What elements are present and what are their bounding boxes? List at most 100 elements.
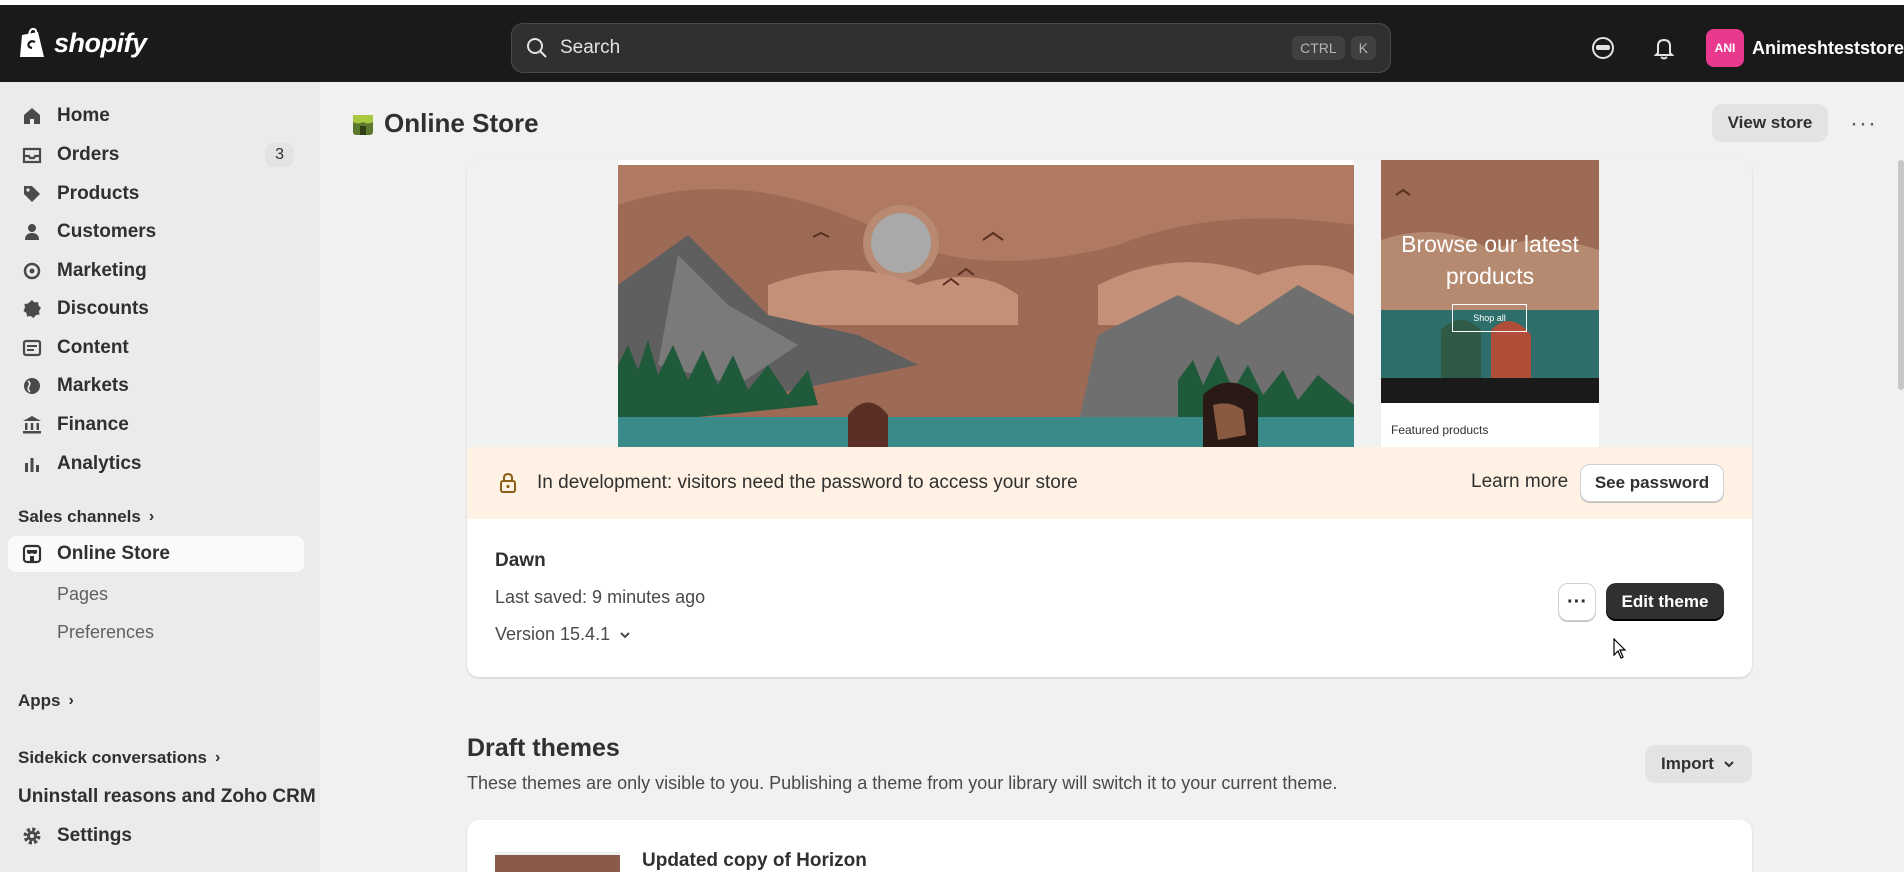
online-store-icon: [353, 114, 373, 135]
sidebar-item-products[interactable]: Products: [8, 176, 304, 212]
orders-count-badge: 3: [265, 143, 294, 167]
sidebar: Home Orders 3 Products Customers Marketi…: [0, 82, 320, 872]
sidebar-item-marketing[interactable]: Marketing: [8, 253, 304, 289]
desktop-preview[interactable]: [618, 160, 1354, 447]
bank-icon: [23, 416, 41, 434]
avatar: ANI: [1706, 29, 1744, 67]
mobile-preview[interactable]: Browse our latest products Shop all Feat…: [1381, 160, 1599, 447]
mobile-hero-heading: Browse our latest products: [1401, 231, 1579, 289]
draft-themes-heading: Draft themes: [467, 734, 620, 762]
globe-icon: [24, 378, 40, 394]
search-icon: [527, 38, 547, 58]
page-title: Online Store: [350, 108, 539, 139]
theme-last-saved: Last saved: 9 minutes ago: [495, 587, 706, 607]
theme-actions-button[interactable]: ···: [1558, 583, 1596, 621]
inbox-icon: [22, 147, 42, 164]
sidekick-label: Sidekick conversations: [18, 748, 207, 767]
see-password-button[interactable]: See password: [1580, 464, 1724, 502]
apps-label: Apps: [18, 691, 61, 710]
sidebar-item-label: Marketing: [57, 260, 147, 281]
draft-themes-description: These themes are only visible to you. Pu…: [467, 773, 1338, 793]
search-placeholder: Search: [560, 37, 621, 58]
sidebar-item-label: Settings: [57, 825, 132, 846]
chevron-right-icon: ›: [148, 508, 155, 525]
search-input[interactable]: Search CTRL K: [511, 23, 1391, 73]
content-icon: [22, 339, 42, 357]
sidebar-item-label: Content: [57, 337, 129, 358]
shopify-bag-icon: [20, 27, 44, 57]
apps-header[interactable]: Apps ›: [18, 691, 74, 711]
store-name: Animeshteststore: [1752, 37, 1904, 58]
view-store-button[interactable]: View store: [1712, 104, 1828, 142]
sidebar-item-label: Orders: [57, 144, 120, 165]
sidebar-item-content[interactable]: Content: [8, 330, 304, 366]
sidebar-item-home[interactable]: Home: [8, 98, 304, 134]
sidebar-item-label: Home: [57, 105, 110, 126]
chevron-right-icon: ›: [214, 749, 221, 766]
sidebar-item-label: Discounts: [57, 298, 149, 319]
landscape-illustration: [618, 165, 1354, 447]
page-title-text: Online Store: [384, 108, 539, 138]
sidebar-item-label: Finance: [57, 414, 129, 435]
banner-text: In development: visitors need the passwo…: [537, 472, 1078, 493]
sidebar-item-label: Markets: [57, 375, 129, 396]
theme-preview-area: Browse our latest products Shop all Feat…: [467, 160, 1752, 447]
learn-more-link[interactable]: Learn more: [1471, 471, 1568, 493]
sidebar-item-label: Products: [57, 183, 140, 204]
sidebar-item-markets[interactable]: Markets: [8, 368, 304, 404]
mouse-cursor-icon: [1613, 638, 1627, 659]
top-bar: shopify Search CTRL K ANI Animeshteststo…: [0, 0, 1904, 82]
chevron-right-icon: ›: [68, 692, 74, 709]
import-label: Import: [1661, 754, 1714, 773]
logo-text: shopify: [54, 27, 147, 58]
sidebar-subitem-pages[interactable]: Pages: [57, 584, 108, 605]
bell-icon[interactable]: [1651, 35, 1677, 61]
edit-theme-button[interactable]: Edit theme: [1606, 583, 1724, 621]
sidebar-item-label: Analytics: [57, 453, 142, 474]
import-button[interactable]: Import: [1645, 745, 1752, 783]
sidebar-item-analytics[interactable]: Analytics: [8, 446, 304, 482]
tag-icon: [24, 186, 40, 202]
kbd-k: K: [1350, 36, 1376, 60]
target-icon: [23, 262, 41, 280]
sidebar-subitem-preferences[interactable]: Preferences: [57, 622, 154, 643]
home-icon: [24, 108, 40, 124]
draft-theme-thumbnail: [495, 852, 620, 872]
sales-channels-header[interactable]: Sales channels ›: [18, 507, 154, 527]
theme-version-selector[interactable]: Version 15.4.1: [495, 624, 632, 645]
sidebar-item-discounts[interactable]: Discounts: [8, 291, 304, 327]
discount-icon: [23, 300, 41, 318]
account-menu[interactable]: ANI Animeshteststore: [1706, 29, 1904, 67]
sidekick-icon[interactable]: [1590, 35, 1616, 61]
sidebar-item-settings[interactable]: Settings: [8, 818, 304, 854]
sidebar-item-finance[interactable]: Finance: [8, 407, 304, 443]
lock-icon: [500, 472, 516, 493]
theme-version-text: Version 15.4.1: [495, 624, 611, 644]
featured-products-label: Featured products: [1391, 423, 1489, 437]
current-theme-card: Browse our latest products Shop all Feat…: [467, 160, 1752, 677]
chevron-down-icon: [1724, 761, 1734, 768]
sidebar-item-label: Customers: [57, 221, 157, 242]
sales-channels-label: Sales channels: [18, 507, 141, 526]
development-banner: In development: visitors need the passwo…: [467, 447, 1752, 519]
sidekick-conversations-header[interactable]: Sidekick conversations ›: [18, 748, 220, 768]
draft-theme-name: Updated copy of Horizon: [642, 850, 867, 871]
sidebar-item-orders[interactable]: Orders 3: [8, 137, 304, 173]
uninstall-reasons-app[interactable]: Uninstall reasons and Zoho CRM: [18, 786, 316, 808]
page-scrollbar[interactable]: [1898, 160, 1904, 390]
kbd-ctrl: CTRL: [1292, 36, 1345, 60]
draft-theme-card[interactable]: Updated copy of Horizon: [467, 820, 1752, 872]
gear-icon: [23, 827, 41, 845]
store-icon: [22, 544, 42, 564]
mobile-shop-all-button: Shop all: [1452, 304, 1527, 332]
keyboard-shortcut: CTRL K: [1292, 36, 1376, 60]
chart-icon: [25, 458, 39, 472]
chevron-down-icon: [620, 631, 630, 638]
theme-name: Dawn: [495, 550, 546, 571]
sidebar-item-customers[interactable]: Customers: [8, 214, 304, 250]
sidebar-item-label: Online Store: [57, 543, 170, 564]
person-icon: [25, 224, 39, 240]
sidebar-item-online-store[interactable]: Online Store: [8, 536, 304, 572]
more-actions-button[interactable]: ···: [1850, 110, 1877, 138]
shopify-logo[interactable]: shopify: [18, 26, 147, 60]
